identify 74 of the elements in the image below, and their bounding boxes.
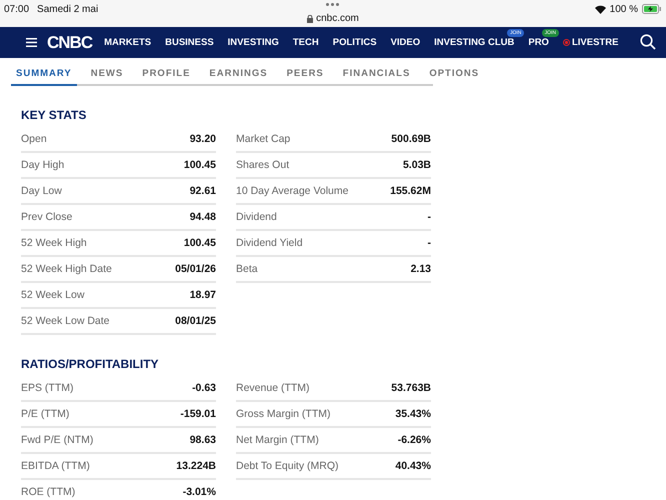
stat-value: - — [428, 237, 431, 249]
stat-label: Gross Margin (TTM) — [236, 408, 330, 420]
tab[interactable]: OPTIONS — [424, 66, 480, 86]
section-title: KEY STATS — [21, 108, 88, 122]
wifi-icon — [594, 4, 606, 14]
stat-value: 100.45 — [184, 159, 216, 171]
tab[interactable]: PEERS — [282, 66, 324, 86]
stat-label: Dividend — [236, 211, 277, 223]
nav-link[interactable]: INVESTING CLUB — [434, 37, 514, 48]
nav-link[interactable]: PRO — [528, 37, 549, 48]
stat-value: 500.69B — [391, 133, 431, 145]
stat-value: 93.20 — [190, 133, 216, 145]
stat-value: 05/01/26 — [175, 263, 216, 275]
stat-value: - — [428, 211, 431, 223]
site-logo[interactable]: CNBC — [47, 32, 92, 52]
stat-label: Day Low — [21, 185, 62, 197]
stat-value: 13.224B — [176, 460, 216, 472]
stat-label: Fwd P/E (NTM) — [21, 434, 94, 446]
tab[interactable]: EARNINGS — [204, 66, 268, 86]
stat-label: Net Margin (TTM) — [236, 434, 319, 446]
stat-label: Revenue (TTM) — [236, 382, 310, 394]
nav-link[interactable]: POLITICS — [332, 37, 377, 48]
stat-label: Open — [21, 133, 47, 145]
status-date: Samedi 2 mai — [37, 4, 98, 14]
stat-value: 18.97 — [190, 289, 216, 301]
stat-label: P/E (TTM) — [21, 408, 70, 420]
stat-value: 53.763B — [391, 382, 431, 394]
tab[interactable]: FINANCIALS — [338, 66, 410, 86]
stat-label: Dividend Yield — [236, 237, 303, 249]
stat-value: -159.01 — [180, 408, 216, 420]
stat-label: Shares Out — [236, 159, 290, 171]
nav-link[interactable]: INVESTING — [228, 37, 279, 48]
stat-label: 52 Week High Date — [21, 263, 112, 275]
stat-value: 98.63 — [190, 434, 216, 446]
stat-value: -0.63 — [192, 382, 216, 394]
menu-icon[interactable] — [26, 38, 37, 47]
stat-label: 52 Week High — [21, 237, 87, 249]
stat-label: Market Cap — [236, 133, 290, 145]
nav-link[interactable]: LIVESTRE — [572, 37, 618, 48]
tab[interactable]: SUMMARY — [11, 66, 77, 86]
status-time: 07:00 — [4, 4, 30, 14]
stat-value: 08/01/25 — [175, 315, 216, 327]
search-icon[interactable] — [640, 34, 656, 50]
stat-value: 100.45 — [184, 237, 216, 249]
stat-label: EBITDA (TTM) — [21, 460, 90, 472]
stat-label: Beta — [236, 263, 258, 275]
stat-label: Debt To Equity (MRQ) — [236, 460, 339, 472]
tab[interactable]: PROFILE — [137, 66, 190, 86]
stat-label: Day High — [21, 159, 64, 171]
live-dot-icon — [562, 39, 570, 46]
stat-value: 94.48 — [190, 211, 216, 223]
stat-label: ROE (TTM) — [21, 486, 76, 498]
nav-link[interactable]: VIDEO — [390, 37, 420, 48]
tab[interactable]: NEWS — [86, 66, 124, 86]
stat-value: 155.62M — [390, 185, 431, 197]
stat-value: 92.61 — [190, 185, 216, 197]
stat-value: 5.03B — [402, 159, 431, 171]
nav-link[interactable]: BUSINESS — [165, 37, 214, 48]
address-url[interactable]: cnbc.com — [316, 13, 359, 24]
stat-value: -3.01% — [182, 486, 216, 498]
stat-value: 2.13 — [410, 263, 431, 275]
stat-label: Prev Close — [21, 211, 72, 223]
stat-label: EPS (TTM) — [21, 382, 74, 394]
stat-value: 40.43% — [395, 460, 431, 472]
battery-percent: 100 % — [610, 4, 638, 14]
nav-link[interactable]: TECH — [292, 37, 319, 48]
section-title: RATIOS/PROFITABILITY — [21, 357, 160, 371]
stat-value: -6.26% — [398, 434, 431, 446]
stat-label: 52 Week Low — [21, 289, 84, 301]
nav-link[interactable]: MARKETS — [104, 37, 152, 48]
stat-label: 10 Day Average Volume — [236, 185, 348, 197]
stat-label: 52 Week Low Date — [21, 315, 110, 327]
stat-value: 35.43% — [395, 408, 431, 420]
lock-icon — [307, 14, 314, 22]
